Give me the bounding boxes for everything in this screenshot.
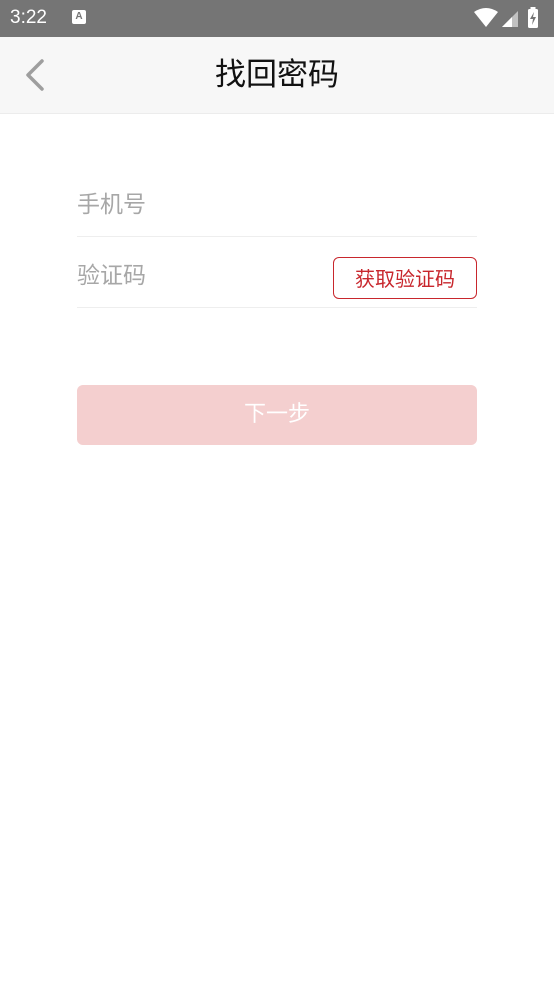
wifi-icon — [474, 8, 498, 27]
phone-row — [77, 174, 477, 237]
status-time: 3:22 — [10, 7, 47, 28]
phone-input[interactable] — [77, 174, 317, 236]
nav-bar: 找回密码 — [0, 37, 554, 114]
back-button[interactable] — [18, 55, 54, 95]
verification-code-input[interactable] — [77, 245, 317, 307]
chevron-left-icon — [26, 59, 44, 91]
android-notification-icon — [72, 10, 86, 24]
page-title: 找回密码 — [215, 57, 339, 93]
get-verification-code-button[interactable]: 获取验证码 — [333, 257, 477, 299]
battery-charging-icon — [528, 7, 538, 28]
recover-password-form: 获取验证码 — [77, 174, 477, 308]
cell-signal-icon — [502, 11, 518, 27]
status-bar: 3:22 — [0, 0, 554, 37]
code-row: 获取验证码 — [77, 245, 477, 308]
status-indicators — [472, 7, 542, 29]
next-step-button[interactable]: 下一步 — [77, 385, 477, 445]
